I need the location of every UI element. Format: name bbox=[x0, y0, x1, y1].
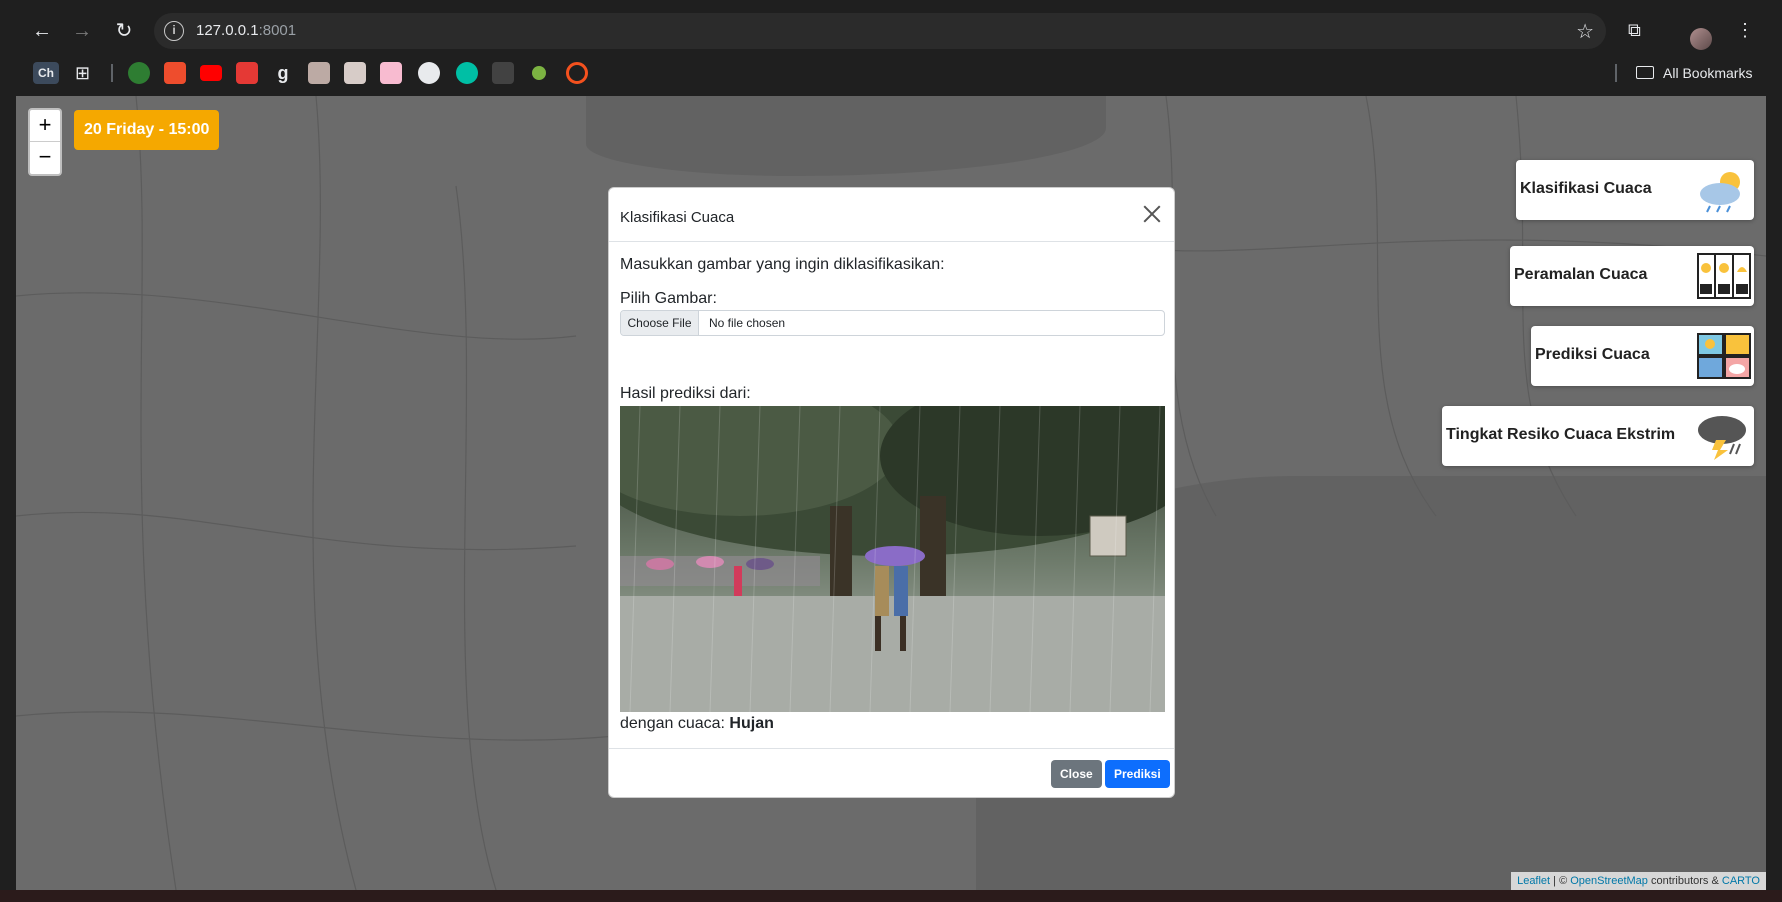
bookmark-icon-11[interactable] bbox=[492, 62, 514, 84]
zoom-out-button[interactable]: − bbox=[30, 142, 60, 174]
bookmark-icon-6[interactable] bbox=[308, 62, 330, 84]
url-text: 127.0.0.1:8001 bbox=[196, 22, 297, 39]
all-bookmarks-button[interactable]: All Bookmarks bbox=[1663, 65, 1752, 81]
os-taskbar bbox=[0, 890, 1782, 902]
info-icon[interactable]: i bbox=[164, 21, 184, 41]
shopee-icon[interactable] bbox=[164, 62, 186, 84]
forecast-calendar-icon bbox=[1697, 253, 1751, 299]
github-icon[interactable] bbox=[418, 62, 440, 84]
zoom-in-button[interactable]: + bbox=[30, 110, 60, 142]
menu-item-label: Tingkat Resiko Cuaca Ekstrim bbox=[1446, 426, 1676, 443]
file-input-label: Pilih Gambar: bbox=[620, 290, 717, 307]
profile-avatar[interactable] bbox=[1690, 28, 1712, 50]
date-badge: 20 Friday - 15:00 bbox=[74, 110, 220, 150]
result-value: Hujan bbox=[729, 715, 774, 732]
close-button[interactable]: Close bbox=[1051, 760, 1102, 788]
predict-button[interactable]: Prediksi bbox=[1105, 760, 1170, 788]
modal-footer: Close Prediksi bbox=[609, 748, 1174, 798]
bookmark-icon-4[interactable] bbox=[236, 62, 258, 84]
carto-link[interactable]: CARTO bbox=[1722, 875, 1760, 887]
zoom-control: + − bbox=[28, 108, 62, 176]
bookmark-separator bbox=[111, 64, 113, 82]
weather-grid-icon bbox=[1697, 333, 1751, 379]
bookmark-icon-10[interactable] bbox=[456, 62, 478, 84]
bookmark-icon-13[interactable] bbox=[566, 62, 588, 84]
extensions-icon[interactable]: ⧉ bbox=[1628, 20, 1641, 41]
modal-title: Klasifikasi Cuaca bbox=[620, 209, 735, 226]
bookmark-icon-1[interactable] bbox=[128, 62, 150, 84]
result-label: Hasil prediksi dari: bbox=[620, 385, 751, 402]
leaflet-link[interactable]: Leaflet bbox=[1517, 875, 1550, 887]
address-bar[interactable]: i 127.0.0.1:8001 ☆ bbox=[154, 13, 1606, 49]
attribution-sep: | © bbox=[1550, 875, 1571, 887]
modal-header: Klasifikasi Cuaca bbox=[609, 188, 1174, 242]
menu-item-label: Klasifikasi Cuaca bbox=[1520, 180, 1652, 197]
youtube-icon[interactable] bbox=[200, 65, 222, 81]
menu-item-label: Peramalan Cuaca bbox=[1514, 266, 1648, 283]
bookmarks-bar: Ch ⊞ g All Bookmarks bbox=[0, 58, 1782, 90]
bookmark-g-icon[interactable]: g bbox=[272, 62, 294, 84]
attribution-contrib: contributors & bbox=[1647, 875, 1722, 887]
osm-link[interactable]: OpenStreetMap bbox=[1570, 875, 1648, 887]
reload-icon[interactable]: ↻ bbox=[109, 16, 139, 46]
rain-scene-image bbox=[620, 406, 1165, 712]
menu-item-prediksi[interactable]: Prediksi Cuaca bbox=[1531, 326, 1754, 386]
menu-item-resiko[interactable]: Tingkat Resiko Cuaca Ekstrim bbox=[1442, 406, 1754, 466]
file-status-text: No file chosen bbox=[709, 316, 786, 330]
classification-modal: Klasifikasi Cuaca Masukkan gambar yang i… bbox=[608, 187, 1175, 798]
menu-item-peramalan[interactable]: Peramalan Cuaca bbox=[1510, 246, 1754, 306]
star-icon[interactable]: ☆ bbox=[1576, 19, 1594, 44]
result-prefix: dengan cuaca: bbox=[620, 715, 730, 732]
folder-icon bbox=[1636, 66, 1654, 79]
map-attribution: Leaflet | © OpenStreetMap contributors &… bbox=[1511, 872, 1766, 890]
back-icon[interactable]: ← bbox=[27, 16, 57, 46]
navigation-bar: ← → ↻ i 127.0.0.1:8001 ☆ ⧉ ⋮ bbox=[0, 10, 1782, 52]
apps-grid-icon[interactable]: ⊞ bbox=[75, 62, 97, 84]
storm-lightning-icon bbox=[1698, 416, 1746, 460]
bookmark-icon-8[interactable] bbox=[380, 62, 402, 84]
bookmark-ch[interactable]: Ch bbox=[33, 62, 59, 84]
prediction-result: dengan cuaca: Hujan bbox=[620, 715, 774, 733]
browser-chrome: ← → ↻ i 127.0.0.1:8001 ☆ ⧉ ⋮ Ch ⊞ g All … bbox=[0, 0, 1782, 96]
bookmark-icon-12[interactable] bbox=[532, 66, 546, 80]
menu-item-label: Prediksi Cuaca bbox=[1535, 346, 1650, 363]
forward-icon[interactable]: → bbox=[67, 16, 97, 46]
bookmark-separator-right bbox=[1615, 64, 1617, 82]
menu-icon[interactable]: ⋮ bbox=[1736, 20, 1754, 41]
cloud-sun-rain-icon bbox=[1700, 172, 1740, 213]
choose-file-button[interactable]: Choose File bbox=[621, 311, 699, 335]
modal-instruction: Masukkan gambar yang ingin diklasifikasi… bbox=[620, 256, 945, 273]
menu-item-klasifikasi[interactable]: Klasifikasi Cuaca bbox=[1516, 160, 1754, 220]
bookmark-icon-7[interactable] bbox=[344, 62, 366, 84]
uploaded-image-preview bbox=[620, 406, 1165, 712]
close-icon[interactable] bbox=[1140, 202, 1164, 226]
image-file-input[interactable]: Choose File No file chosen bbox=[620, 310, 1165, 336]
